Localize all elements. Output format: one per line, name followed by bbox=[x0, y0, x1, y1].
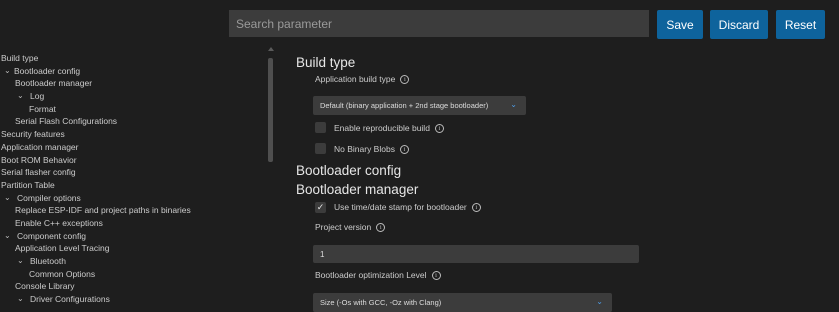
bootloader-optimization-select[interactable]: Size (-Os with GCC, -Oz with Clang) ⌄ bbox=[313, 293, 612, 312]
sidebar-item-label: Application Level Tracing bbox=[15, 243, 110, 254]
select-value: Size (-Os with GCC, -Oz with Clang) bbox=[320, 298, 442, 307]
info-icon[interactable]: i bbox=[400, 74, 410, 84]
label-text: Project version bbox=[315, 222, 372, 232]
label-text: Enable reproducible build bbox=[334, 123, 430, 133]
label-text: Bootloader optimization Level bbox=[315, 270, 427, 280]
sidebar-item-label: Bootloader manager bbox=[15, 78, 93, 89]
chevron-down-icon[interactable]: ⌄ bbox=[4, 192, 14, 205]
enable-reproducible-build-checkbox[interactable] bbox=[315, 122, 326, 133]
sidebar-item-label: Application manager bbox=[1, 141, 79, 152]
info-icon[interactable]: i bbox=[434, 123, 444, 133]
sidebar-item-bluetooth[interactable]: ⌄ Bluetooth bbox=[0, 255, 260, 268]
chevron-down-icon: ⌄ bbox=[510, 100, 517, 109]
sidebar-item-label: Boot ROM Behavior bbox=[1, 154, 77, 165]
project-version-input[interactable]: 1 bbox=[313, 245, 639, 263]
sidebar-item-compiler-options[interactable]: ⌄ Compiler options bbox=[0, 192, 260, 205]
info-icon[interactable]: i bbox=[376, 222, 386, 232]
sidebar-item-driver-configurations[interactable]: ⌄ Driver Configurations bbox=[0, 293, 260, 306]
application-build-type-label: Application build type i bbox=[315, 74, 410, 84]
sidebar-item-security-features[interactable]: Security features bbox=[0, 128, 260, 141]
sidebar-item-label: Security features bbox=[1, 129, 65, 140]
sidebar-item-label: Common Options bbox=[29, 268, 96, 279]
use-timestamp-checkbox[interactable]: ✓ bbox=[315, 202, 326, 213]
sidebar-item-common-options[interactable]: Common Options bbox=[0, 268, 260, 281]
sidebar-item-boot-rom-behavior[interactable]: Boot ROM Behavior bbox=[0, 154, 260, 167]
sidebar-item-serial-flash-configurations[interactable]: Serial Flash Configurations bbox=[0, 115, 260, 128]
discard-button[interactable]: Discard bbox=[710, 10, 768, 39]
info-icon[interactable]: i bbox=[471, 202, 481, 212]
sidebar-item-application-level-tracing[interactable]: Application Level Tracing bbox=[0, 242, 260, 255]
section-heading-bootloader-config: Bootloader config bbox=[296, 163, 402, 178]
chevron-down-icon[interactable]: ⌄ bbox=[17, 90, 27, 103]
sidebar-item-label: Partition Table bbox=[1, 179, 55, 190]
checkmark-icon: ✓ bbox=[316, 202, 325, 212]
sidebar-item-bootloader-config[interactable]: ⌄ Bootloader config bbox=[0, 65, 260, 78]
label-text: No Binary Blobs bbox=[334, 144, 395, 154]
section-heading-build-type: Build type bbox=[296, 55, 356, 70]
info-icon[interactable]: i bbox=[399, 144, 409, 154]
sidebar-item-label: Bluetooth bbox=[30, 256, 66, 266]
sidebar-item-serial-flasher-config[interactable]: Serial flasher config bbox=[0, 166, 260, 179]
chevron-down-icon[interactable]: ⌄ bbox=[4, 230, 14, 243]
sidebar-item-label: Component config bbox=[17, 230, 86, 241]
sidebar-item-label: Build type bbox=[1, 53, 39, 63]
section-heading-bootloader-manager: Bootloader manager bbox=[296, 182, 419, 197]
sidebar-item-label: Compiler options bbox=[17, 192, 81, 203]
chevron-down-icon[interactable]: ⌄ bbox=[4, 65, 14, 78]
sidebar-item-label: Serial Flash Configurations bbox=[15, 116, 118, 127]
sidebar-item-label: Bootloader config bbox=[14, 65, 81, 76]
sidebar-item-component-config[interactable]: ⌄ Component config bbox=[0, 230, 260, 243]
bootloader-optimization-label: Bootloader optimization Level i bbox=[315, 270, 441, 280]
sidebar-item-label: Log bbox=[30, 91, 45, 102]
scrollbar-thumb[interactable] bbox=[268, 58, 273, 162]
info-icon[interactable]: i bbox=[431, 270, 441, 280]
project-version-label: Project version i bbox=[315, 222, 386, 232]
sidebar-item-format[interactable]: Format bbox=[0, 103, 260, 116]
application-build-type-select[interactable]: Default (binary application + 2nd stage … bbox=[313, 96, 526, 115]
sidebar-item-label: Console Library bbox=[15, 281, 75, 292]
sidebar-item-bootloader-manager[interactable]: Bootloader manager bbox=[0, 77, 260, 90]
sidebar-item-label: Format bbox=[29, 103, 56, 114]
sidebar-item-label: Serial flasher config bbox=[1, 167, 76, 178]
no-binary-blobs-label: No Binary Blobs i bbox=[334, 144, 409, 154]
sidebar-item-label: Replace ESP-IDF and project paths in bin… bbox=[15, 205, 191, 216]
sidebar-item-application-manager[interactable]: Application manager bbox=[0, 141, 260, 154]
sidebar-item-build-type[interactable]: Build type bbox=[0, 52, 260, 65]
sidebar-item-label: Enable C++ exceptions bbox=[15, 217, 103, 228]
no-binary-blobs-checkbox[interactable] bbox=[315, 143, 326, 154]
search-input[interactable] bbox=[229, 10, 649, 37]
sidebar-item-replace-paths[interactable]: Replace ESP-IDF and project paths in bin… bbox=[0, 204, 260, 217]
scroll-up-arrow-icon[interactable] bbox=[268, 47, 274, 51]
sidebar-nav: Build type ⌄ Bootloader config Bootloade… bbox=[0, 52, 260, 312]
sidebar-item-enable-cpp-exceptions[interactable]: Enable C++ exceptions bbox=[0, 217, 260, 230]
sidebar-item-label: Driver Configurations bbox=[30, 294, 110, 305]
sidebar-item-console-library[interactable]: Console Library bbox=[0, 280, 260, 293]
label-text: Use time/date stamp for bootloader bbox=[334, 202, 467, 212]
use-timestamp-label: Use time/date stamp for bootloader i bbox=[334, 202, 481, 212]
save-button[interactable]: Save bbox=[657, 10, 703, 39]
sidebar-item-partition-table[interactable]: Partition Table bbox=[0, 179, 260, 192]
select-value: Default (binary application + 2nd stage … bbox=[320, 101, 489, 110]
label-text: Application build type bbox=[315, 74, 396, 84]
sidebar-item-log[interactable]: ⌄ Log bbox=[0, 90, 260, 103]
reset-button[interactable]: Reset bbox=[776, 10, 825, 39]
input-value: 1 bbox=[320, 249, 325, 259]
chevron-down-icon[interactable]: ⌄ bbox=[17, 255, 27, 268]
chevron-down-icon[interactable]: ⌄ bbox=[17, 293, 27, 306]
chevron-down-icon: ⌄ bbox=[596, 297, 603, 306]
enable-reproducible-build-label: Enable reproducible build i bbox=[334, 123, 444, 133]
toolbar: Save Discard Reset bbox=[0, 0, 839, 48]
